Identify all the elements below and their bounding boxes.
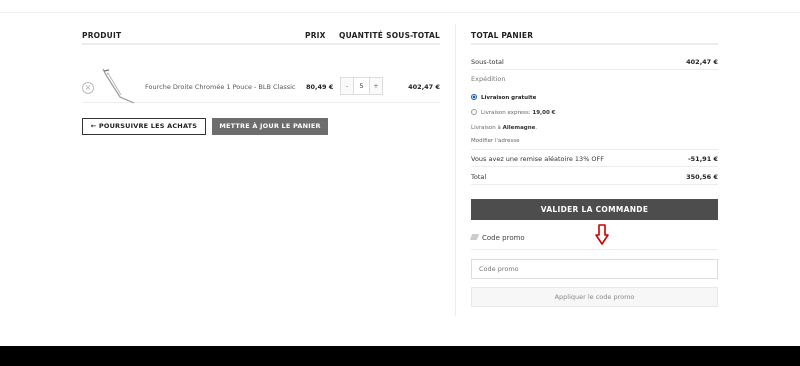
shipping-option-free[interactable]: Livraison gratuite xyxy=(471,94,536,101)
continue-shopping-button[interactable]: ← POURSUIVRE LES ACHATS xyxy=(82,118,206,135)
delivery-destination: Livraison à Allemagne. xyxy=(471,125,537,131)
remove-item-button[interactable]: × xyxy=(82,82,94,94)
cart-table-header: PRODUIT PRIX QUANTITÉ SOUS-TOTAL xyxy=(82,31,440,45)
product-subtotal: 402,47 € xyxy=(408,83,440,91)
red-arrow-down-icon xyxy=(595,224,609,245)
coupon-code-input[interactable] xyxy=(471,259,718,279)
product-price: 80,49 € xyxy=(306,83,334,91)
header-product: PRODUIT xyxy=(82,31,122,40)
cart-table: PRODUIT PRIX QUANTITÉ SOUS-TOTAL × Fourc… xyxy=(82,31,440,105)
footer-bar xyxy=(0,346,800,366)
discount-label: Vous avez une remise aléatoire 13% OFF xyxy=(471,155,605,163)
shipping-option-label: Livraison express: xyxy=(481,110,533,116)
quantity-increase-button[interactable]: + xyxy=(370,78,382,94)
tag-icon xyxy=(469,234,480,240)
checkout-button[interactable]: VALIDER LA COMMANDE xyxy=(471,199,718,220)
product-name-link[interactable]: Fourche Droite Chromée 1 Pouce - BLB Cla… xyxy=(145,83,296,91)
divider xyxy=(471,149,718,150)
discount-row: Vous avez une remise aléatoire 13% OFF -… xyxy=(471,155,718,163)
subtotal-label: Sous-total xyxy=(471,58,504,66)
quantity-decrease-button[interactable]: - xyxy=(341,78,353,94)
total-row: Total 350,56 € xyxy=(471,173,718,181)
table-row: × Fourche Droite Chromée 1 Pouce - BLB C… xyxy=(82,45,440,105)
radio-unselected-icon[interactable] xyxy=(471,109,477,115)
total-label: Total xyxy=(471,173,487,181)
divider xyxy=(471,69,718,70)
column-divider xyxy=(455,24,456,316)
header-subtotal: SOUS-TOTAL xyxy=(386,31,440,40)
quantity-input[interactable]: 5 xyxy=(353,78,370,94)
divider xyxy=(471,249,718,250)
update-cart-button[interactable]: METTRE À JOUR LE PANIER xyxy=(212,118,328,135)
shipping-option-label: Livraison gratuite xyxy=(481,95,537,101)
coupon-heading-label: Code promo xyxy=(482,234,525,242)
delivery-suffix: . xyxy=(535,125,538,131)
product-thumbnail[interactable] xyxy=(100,67,138,105)
change-address-link[interactable]: Modifier l'adresse xyxy=(471,138,520,144)
totals-title: TOTAL PANIER xyxy=(471,31,718,45)
delivery-country: Allemagne xyxy=(502,125,536,131)
subtotal-value: 402,47 € xyxy=(686,58,718,66)
discount-value: -51,91 € xyxy=(687,155,718,163)
top-divider xyxy=(0,12,800,13)
divider xyxy=(471,184,718,185)
shipping-option-express[interactable]: Livraison express: 19,00 € xyxy=(471,109,556,116)
coupon-heading[interactable]: Code promo xyxy=(469,234,525,242)
cart-totals: TOTAL PANIER Sous-total 402,47 € Expédit… xyxy=(469,31,718,307)
shipping-option-price: 19,00 € xyxy=(532,110,556,116)
apply-coupon-button[interactable]: Appliquer le code promo xyxy=(471,287,718,307)
shipping-label: Expédition xyxy=(471,75,506,83)
radio-selected-icon[interactable] xyxy=(471,94,477,100)
delivery-prefix: Livraison à xyxy=(471,125,503,131)
header-price: PRIX xyxy=(305,31,326,40)
header-quantity: QUANTITÉ xyxy=(339,31,384,40)
quantity-stepper: - 5 + xyxy=(340,77,383,95)
subtotal-row: Sous-total 402,47 € xyxy=(471,58,718,66)
divider xyxy=(471,166,718,167)
total-value: 350,56 € xyxy=(686,173,718,181)
